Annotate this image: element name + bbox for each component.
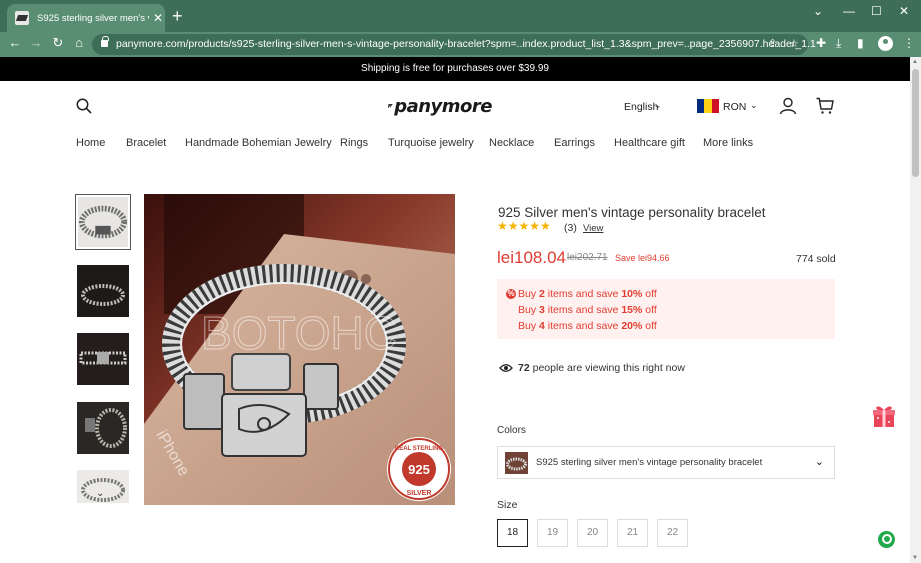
scrollbar-thumb[interactable] <box>912 69 919 177</box>
chevron-down-icon[interactable]: ⌄ <box>96 488 104 499</box>
chat-support-icon[interactable] <box>878 531 895 548</box>
nav-home[interactable]: Home <box>76 137 105 149</box>
nav-healthcare-gift[interactable]: Healthcare gift <box>614 137 685 149</box>
promo-line: Buy 2 items and save 10% off <box>518 288 657 300</box>
nav-rings[interactable]: Rings <box>340 137 368 149</box>
promo-line: Buy 4 items and save 20% off <box>518 320 657 332</box>
maximize-icon[interactable]: ☐ <box>871 4 882 18</box>
view-reviews-link[interactable]: View <box>583 223 603 234</box>
url-text: panymore.com/products/s925-sterling-silv… <box>116 38 816 50</box>
bracelet-photo: BOTOHC iPhone 925 REAL STERLING SILVER <box>144 194 455 505</box>
nav-bracelet[interactable]: Bracelet <box>126 137 166 149</box>
badge-bottom-text: SILVER <box>407 490 432 497</box>
bulk-discount-box: % Buy 2 items and save 10% off Buy 3 ite… <box>497 279 835 339</box>
size-option-22[interactable]: 22 <box>657 519 688 547</box>
browser-toolbar: ← → ↻ ⌂ panymore.com/products/s925-sterl… <box>0 32 921 57</box>
gallery-thumbnail[interactable] <box>75 400 131 456</box>
scroll-up-icon[interactable]: ▲ <box>912 59 918 65</box>
home-icon[interactable]: ⌂ <box>70 35 88 50</box>
discount-icon: % <box>506 289 516 299</box>
romania-flag-icon[interactable] <box>697 99 719 113</box>
size-option-19[interactable]: 19 <box>537 519 568 547</box>
chevron-down-icon[interactable]: ⌄ <box>654 100 662 111</box>
chevron-down-icon[interactable]: ⌄ <box>750 100 758 111</box>
main-product-image[interactable]: BOTOHC iPhone 925 REAL STERLING SILVER <box>144 194 455 505</box>
colors-label: Colors <box>497 425 526 436</box>
size-option-18[interactable]: 18 <box>497 519 528 547</box>
new-tab-icon[interactable]: + <box>172 6 183 26</box>
sold-count: 774 sold <box>796 253 836 265</box>
bracelet-thumbnail-image <box>77 402 129 454</box>
badge-925-text: 925 <box>408 462 430 477</box>
minimize-icon[interactable]: — <box>843 4 855 18</box>
bracelet-thumbnail-image <box>77 265 129 317</box>
color-select[interactable]: S925 sterling silver men's vintage perso… <box>497 446 835 479</box>
review-count: (3) <box>564 222 577 234</box>
page-scrollbar[interactable]: ▲ ▼ <box>910 57 921 563</box>
logo-text: panymore <box>394 95 492 117</box>
original-price: lei202.71 <box>567 252 608 263</box>
selected-color-text: S925 sterling silver men's vintage perso… <box>536 457 763 468</box>
nav-turquoise-jewelry[interactable]: Turquoise jewelry <box>388 137 474 149</box>
rating-stars-icon[interactable]: ★★★★★ <box>497 219 551 233</box>
bracelet-thumbnail-image <box>77 333 129 385</box>
size-option-21[interactable]: 21 <box>617 519 648 547</box>
watermark-text: BOTOHC <box>201 307 397 359</box>
logo-mark-icon <box>388 104 393 108</box>
back-icon[interactable]: ← <box>6 35 24 50</box>
eye-icon <box>499 364 513 372</box>
search-icon[interactable] <box>76 98 92 114</box>
currency-selector[interactable]: RON <box>723 101 746 113</box>
sidepanel-icon[interactable]: ▮ <box>857 36 864 50</box>
extensions-icon[interactable]: ✚ <box>816 36 826 50</box>
announcement-bar: Shipping is free for purchases over $39.… <box>0 57 910 81</box>
gallery-thumbnail[interactable] <box>75 194 131 250</box>
close-tab-icon[interactable]: ✕ <box>153 11 163 25</box>
promo-line: Buy 3 items and save 15% off <box>518 304 657 316</box>
address-bar[interactable]: panymore.com/products/s925-sterling-silv… <box>92 34 816 55</box>
tab-title: S925 sterling silver men's vintage <box>37 12 149 24</box>
badge-top-text: REAL STERLING <box>395 446 444 452</box>
nav-earrings[interactable]: Earrings <box>554 137 595 149</box>
gift-box-icon[interactable] <box>872 404 896 428</box>
color-variant-image <box>505 452 528 474</box>
nav-necklace[interactable]: Necklace <box>489 137 534 149</box>
gallery-thumbnail[interactable] <box>75 331 131 387</box>
lock-icon[interactable] <box>101 36 109 47</box>
gallery-thumbnail[interactable] <box>75 468 131 505</box>
nav-more-links[interactable]: More links <box>703 137 753 149</box>
close-window-icon[interactable]: ✕ <box>899 4 909 18</box>
browser-tab-strip: S925 sterling silver men's vintage ✕ + ⌄… <box>0 0 921 32</box>
download-icon[interactable]: ⤓ <box>836 36 841 51</box>
reload-icon[interactable]: ↻ <box>49 35 67 51</box>
product-title: 925 Silver men's vintage personality bra… <box>498 205 766 220</box>
browser-menu-icon[interactable]: ⋮ <box>903 36 915 50</box>
user-account-icon[interactable] <box>779 97 797 115</box>
gallery-thumbnail[interactable] <box>75 263 131 319</box>
bracelet-thumbnail-image <box>78 197 128 247</box>
tab-search-icon[interactable]: ⌄ <box>813 4 823 18</box>
browser-tab[interactable]: S925 sterling silver men's vintage ✕ <box>7 4 165 32</box>
size-option-20[interactable]: 20 <box>577 519 608 547</box>
size-label: Size <box>497 499 518 511</box>
site-favicon-icon <box>15 11 29 25</box>
chevron-down-icon[interactable]: ⌄ <box>815 455 824 468</box>
sale-price: lei108.04 <box>497 248 567 267</box>
live-viewers-text: 72 people are viewing this right now <box>518 362 685 374</box>
forward-icon[interactable]: → <box>27 35 45 50</box>
cart-icon[interactable] <box>816 97 834 115</box>
store-logo[interactable]: panymore <box>388 94 492 118</box>
bookmark-star-icon[interactable]: ☆ <box>789 37 799 50</box>
share-icon[interactable]: ⇪ <box>768 37 777 50</box>
scroll-down-icon[interactable]: ▼ <box>912 555 918 561</box>
nav-handmade-bohemian-jewelry[interactable]: Handmade Bohemian Jewelry <box>185 137 332 149</box>
savings-text: Save lei94.66 <box>615 253 670 263</box>
profile-avatar-icon[interactable] <box>878 36 893 51</box>
